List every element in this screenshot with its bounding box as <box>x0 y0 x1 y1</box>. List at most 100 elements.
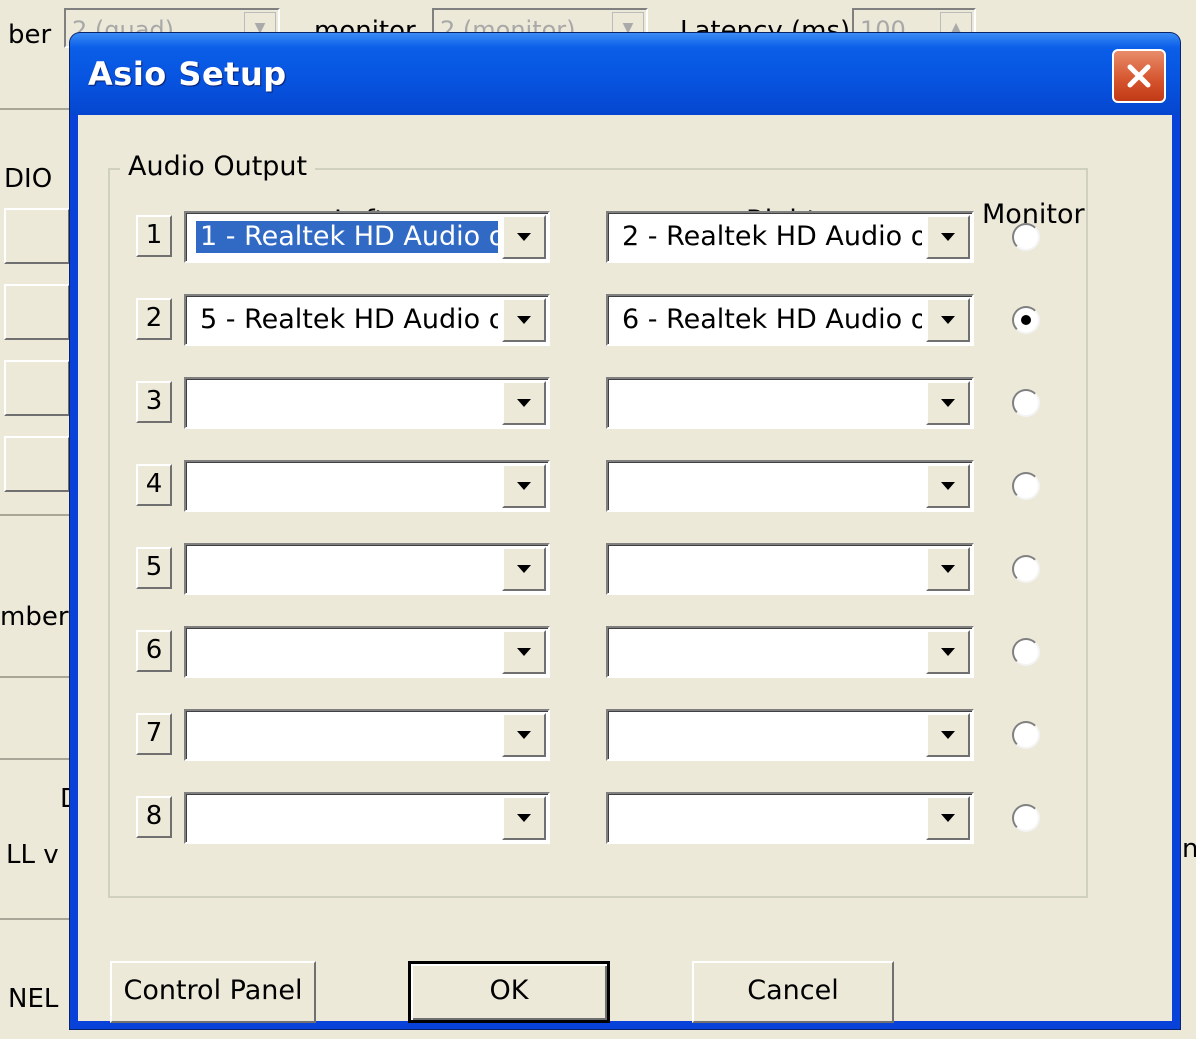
monitor-radio[interactable] <box>1012 223 1040 251</box>
bg-label: mber <box>0 602 69 632</box>
channel-number-button[interactable]: 5 <box>136 547 172 589</box>
chevron-down-icon <box>941 648 955 656</box>
dialog-title: Asio Setup <box>88 55 287 93</box>
divider <box>0 758 72 760</box>
output-right-value: 2 - Realtek HD Audio ou <box>622 221 922 252</box>
monitor-radio[interactable] <box>1012 804 1040 832</box>
chevron-down-icon <box>517 814 531 822</box>
output-left-value <box>196 802 498 834</box>
bg-label: NEL <box>8 984 59 1014</box>
dialog-body: Audio Output Left Right Monitor 11 - Rea… <box>78 115 1172 1023</box>
channel-number-button[interactable]: 4 <box>136 464 172 506</box>
dropdown-button[interactable] <box>502 630 546 674</box>
dropdown-button[interactable] <box>926 298 970 342</box>
chevron-down-icon <box>941 731 955 739</box>
monitor-radio[interactable] <box>1012 306 1040 334</box>
chevron-down-icon <box>517 482 531 490</box>
monitor-radio[interactable] <box>1012 638 1040 666</box>
cancel-button[interactable]: Cancel <box>692 961 894 1023</box>
chevron-down-icon <box>941 399 955 407</box>
output-right-select[interactable] <box>606 377 974 429</box>
asio-setup-dialog: Asio Setup Audio Output Left Right Monit… <box>70 33 1180 1029</box>
chevron-down-icon <box>941 233 955 241</box>
output-left-select[interactable] <box>184 377 550 429</box>
group-title: Audio Output <box>120 151 316 182</box>
dropdown-button[interactable] <box>926 464 970 508</box>
monitor-radio[interactable] <box>1012 389 1040 417</box>
output-right-select[interactable]: 6 - Realtek HD Audio ou <box>606 294 974 346</box>
divider <box>0 918 72 920</box>
output-left-value <box>196 387 498 419</box>
output-left-select[interactable] <box>184 626 550 678</box>
dropdown-button[interactable] <box>502 298 546 342</box>
bg-button[interactable] <box>4 284 70 340</box>
output-left-value <box>196 719 498 751</box>
dropdown-button[interactable] <box>502 796 546 840</box>
bg-label: ber <box>8 20 52 50</box>
divider <box>0 676 72 678</box>
close-icon <box>1127 64 1151 88</box>
output-left-select[interactable]: 1 - Realtek HD Audio ou <box>184 211 550 263</box>
output-left-select[interactable] <box>184 792 550 844</box>
output-right-value <box>618 636 922 668</box>
chevron-down-icon <box>517 399 531 407</box>
output-right-value <box>618 802 922 834</box>
monitor-radio[interactable] <box>1012 472 1040 500</box>
output-left-value: 5 - Realtek HD Audio ou <box>200 304 498 335</box>
control-panel-button[interactable]: Control Panel <box>110 961 316 1023</box>
bg-label: LL v <box>6 840 59 870</box>
divider <box>0 108 72 110</box>
title-bar[interactable]: Asio Setup <box>70 33 1180 115</box>
channel-number-button[interactable]: 6 <box>136 630 172 672</box>
output-right-select[interactable] <box>606 792 974 844</box>
channel-number-button[interactable]: 7 <box>136 713 172 755</box>
output-left-select[interactable] <box>184 543 550 595</box>
dropdown-button[interactable] <box>926 796 970 840</box>
close-button[interactable] <box>1112 49 1166 103</box>
ok-button[interactable]: OK <box>408 961 610 1023</box>
audio-output-group <box>108 168 1088 898</box>
dropdown-button[interactable] <box>502 215 546 259</box>
bg-button[interactable] <box>4 208 70 264</box>
output-right-select[interactable] <box>606 626 974 678</box>
output-right-value <box>618 553 922 585</box>
output-left-select[interactable] <box>184 460 550 512</box>
dropdown-button[interactable] <box>926 215 970 259</box>
bg-button[interactable] <box>4 360 70 416</box>
chevron-down-icon <box>941 814 955 822</box>
monitor-radio[interactable] <box>1012 555 1040 583</box>
channel-number-button[interactable]: 3 <box>136 381 172 423</box>
divider <box>0 514 72 516</box>
dropdown-button[interactable] <box>926 381 970 425</box>
bg-button[interactable] <box>4 436 70 492</box>
channel-number-button[interactable]: 1 <box>136 215 172 257</box>
bg-label: DIO <box>4 164 53 194</box>
chevron-down-icon <box>517 316 531 324</box>
dropdown-button[interactable] <box>502 547 546 591</box>
output-right-select[interactable] <box>606 460 974 512</box>
channel-number-button[interactable]: 8 <box>136 796 172 838</box>
dropdown-button[interactable] <box>502 713 546 757</box>
dropdown-button[interactable] <box>926 630 970 674</box>
output-left-value: 1 - Realtek HD Audio ou <box>196 221 498 253</box>
output-right-value <box>618 470 922 502</box>
output-left-select[interactable] <box>184 709 550 761</box>
dropdown-button[interactable] <box>926 547 970 591</box>
dropdown-button[interactable] <box>502 381 546 425</box>
dropdown-button[interactable] <box>926 713 970 757</box>
output-left-select[interactable]: 5 - Realtek HD Audio ou <box>184 294 550 346</box>
chevron-down-icon <box>517 648 531 656</box>
radio-dot <box>1021 315 1031 325</box>
output-right-select[interactable] <box>606 709 974 761</box>
output-right-value <box>618 387 922 419</box>
chevron-down-icon <box>517 731 531 739</box>
chevron-down-icon <box>517 565 531 573</box>
monitor-radio[interactable] <box>1012 721 1040 749</box>
output-left-value <box>196 636 498 668</box>
output-right-select[interactable]: 2 - Realtek HD Audio ou <box>606 211 974 263</box>
output-right-value: 6 - Realtek HD Audio ou <box>622 304 922 335</box>
chevron-down-icon <box>941 565 955 573</box>
output-right-select[interactable] <box>606 543 974 595</box>
dropdown-button[interactable] <box>502 464 546 508</box>
channel-number-button[interactable]: 2 <box>136 298 172 340</box>
